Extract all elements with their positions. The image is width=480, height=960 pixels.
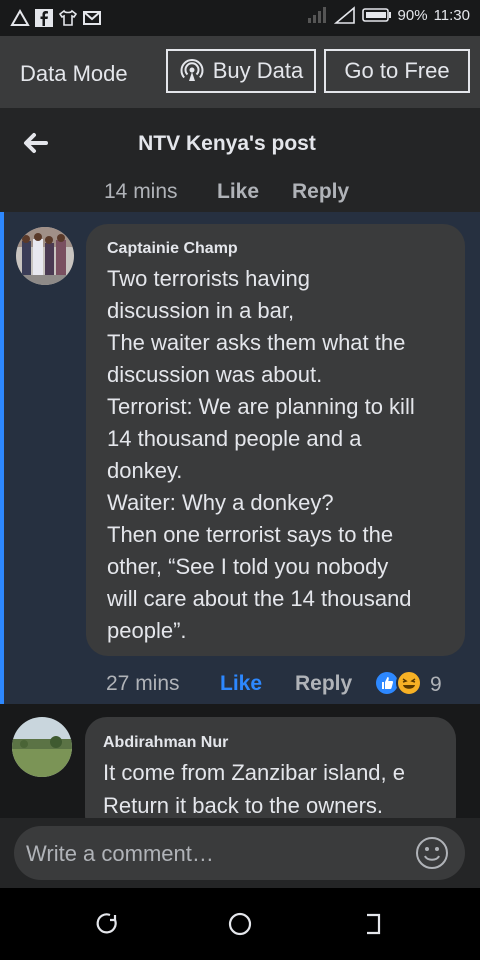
avatar[interactable] [12,717,72,777]
comment-input[interactable]: Write a comment… [14,826,465,880]
data-mode-bar: Data Mode Buy Data Go to Free [0,36,480,108]
comment-text: Two terrorists having discussion in a ba… [107,266,415,643]
battery-level: 90% [397,6,428,24]
go-to-free-button[interactable]: Go to Free [324,49,470,93]
avatar[interactable] [16,227,74,285]
clock: 11:30 [433,6,470,24]
comment-text: It come from Zanzibar island, e Return i… [103,760,406,818]
comment-author[interactable]: Abdirahman Nur [103,734,228,752]
reactions[interactable] [373,669,423,697]
comment: Abdirahman Nur It come from Zanzibar isl… [0,704,480,818]
avatar-photo [12,717,72,777]
reply-button[interactable]: Reply [292,180,349,204]
comment-bubble[interactable]: Captainie Champ Two terrorists having di… [86,224,465,656]
previous-comment-actions: 14 mins Like Reply [0,178,480,212]
comment-timestamp: 27 mins [106,672,180,695]
home-icon[interactable] [227,911,253,937]
page-title: NTV Kenya's post [138,132,316,155]
back-icon[interactable] [360,911,386,937]
data-mode-label: Data Mode [20,61,128,86]
gmail-icon [83,11,101,25]
battery-icon [361,8,391,22]
status-bar: 90% 11:30 [0,0,480,36]
warning-icon [10,8,30,26]
system-navigation-bar [0,888,480,960]
comment-composer: Write a comment… [0,818,480,888]
signal-icon [307,7,326,23]
facebook-icon [35,9,53,27]
system-indicators: 90% 11:30 [306,6,470,24]
comment-bubble[interactable]: Abdirahman Nur It come from Zanzibar isl… [85,717,456,818]
reply-button[interactable]: Reply [295,672,352,696]
wifi-signal-icon [333,6,355,24]
shirt-icon [58,9,78,26]
haha-reaction-icon [396,670,422,696]
like-button[interactable]: Like [220,672,262,696]
avatar-photo [16,227,74,285]
notification-icons [10,8,102,28]
comment-timestamp: 14 mins [104,180,178,203]
reaction-count: 9 [430,673,442,696]
comment-input-placeholder: Write a comment… [26,841,214,866]
go-to-free-label: Go to Free [344,58,450,83]
comment-author[interactable]: Captainie Champ [107,240,238,258]
recent-apps-icon[interactable] [94,911,120,937]
emoji-icon[interactable] [415,836,449,870]
post-header: NTV Kenya's post [0,108,480,178]
broadcast-icon [180,58,204,81]
like-button[interactable]: Like [217,180,259,204]
buy-data-label: Buy Data [212,58,304,83]
buy-data-button[interactable]: Buy Data [166,49,316,93]
highlight-bar [0,212,4,704]
